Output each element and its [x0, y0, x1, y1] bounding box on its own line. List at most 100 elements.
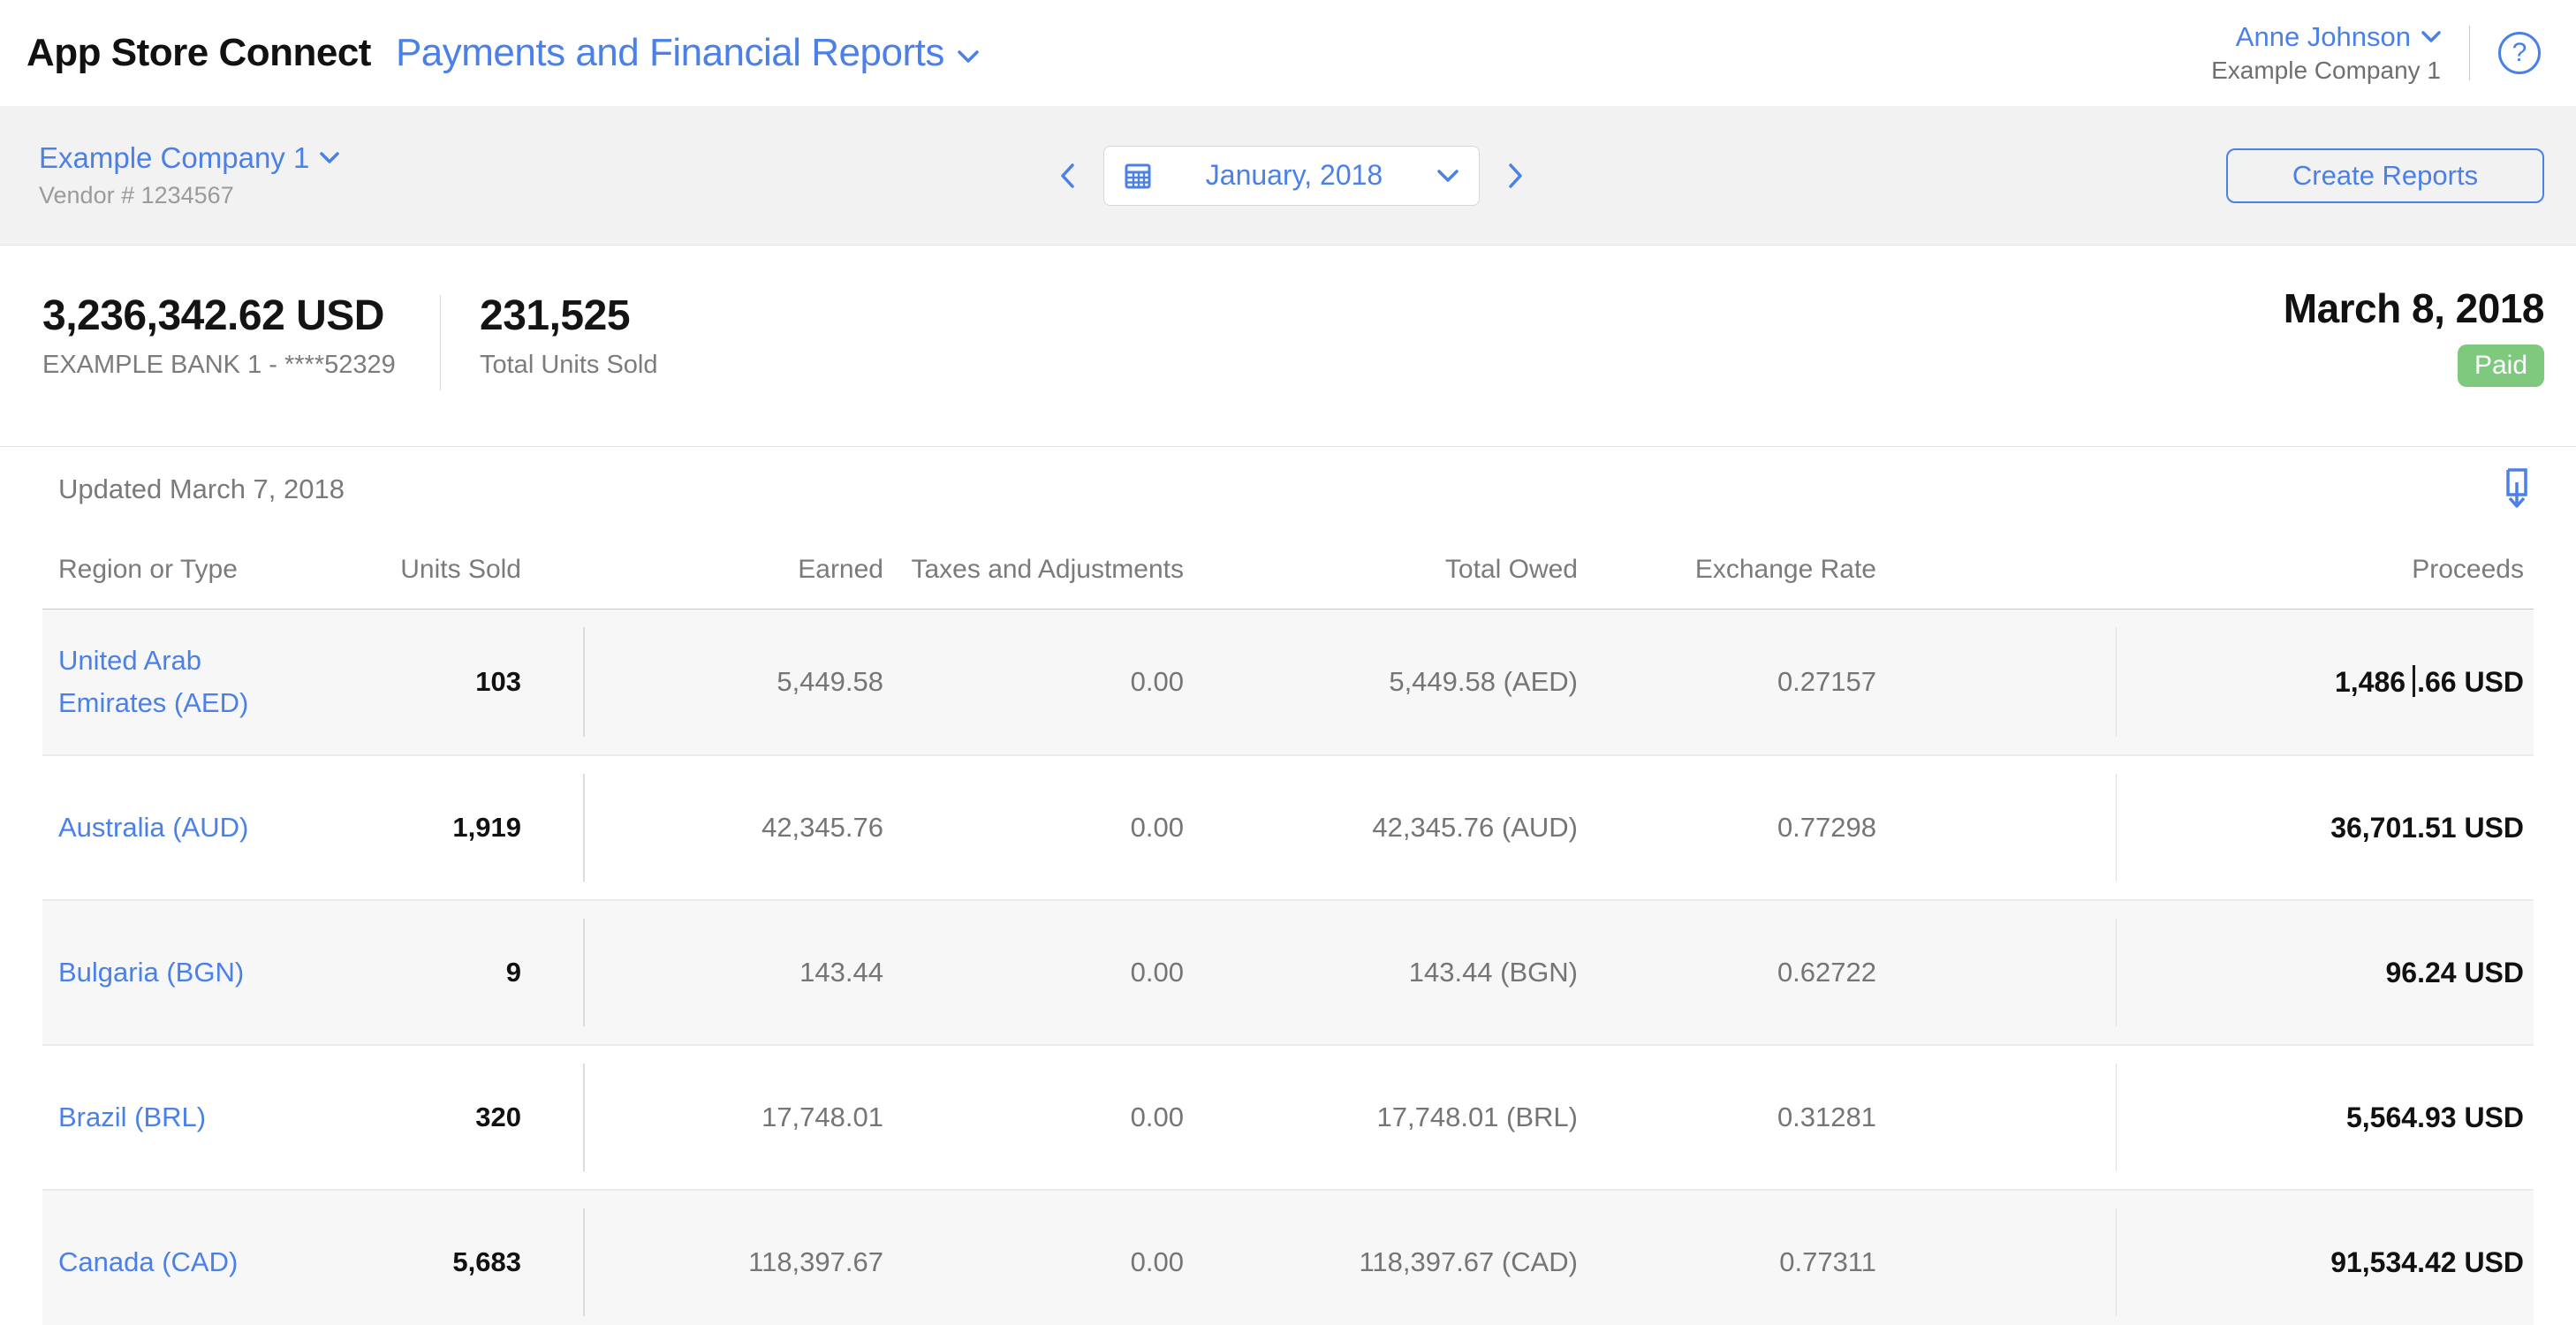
proceeds-cell: 1,486.66 USD: [2334, 665, 2524, 698]
proceeds-cell: 96.24 USD: [2385, 956, 2524, 988]
payment-amount: 3,236,342.62 USD: [42, 292, 384, 339]
exchange-rate-cell: 0.31281: [1777, 1102, 1876, 1132]
help-icon[interactable]: ?: [2498, 32, 2541, 74]
region-link[interactable]: Australia (AUD): [58, 806, 307, 849]
context-bar: Example Company 1 Vendor # 1234567 Janua…: [0, 106, 2576, 246]
updated-date: Updated March 7, 2018: [58, 473, 345, 504]
region-link[interactable]: Brazil (BRL): [58, 1096, 307, 1139]
earned-cell: 5,449.58: [777, 666, 883, 697]
vendor-number: Vendor # 1234567: [39, 182, 234, 208]
download-icon: [2506, 468, 2527, 508]
earned-cell: 143.44: [799, 957, 883, 988]
top-nav: App Store Connect Payments and Financial…: [0, 0, 2576, 106]
column-divider: [2116, 1208, 2117, 1316]
user-company: Example Company 1: [2211, 57, 2441, 84]
app-title: App Store Connect: [27, 31, 371, 74]
top-nav-right: Anne Johnson Example Company 1 ?: [2211, 21, 2541, 85]
region-link[interactable]: United Arab Emirates (AED): [58, 640, 307, 724]
proceeds-cell: 91,534.42 USD: [2330, 1246, 2524, 1278]
total-owed-cell: 5,449.58 (AED): [1389, 666, 1578, 697]
report-table-body: United Arab Emirates (AED) 103 5,449.58 …: [42, 610, 2534, 1325]
payment-amount-block: 3,236,342.62 USD EXAMPLE BANK 1 - ****52…: [42, 292, 396, 380]
exchange-rate-cell: 0.77311: [1779, 1246, 1876, 1277]
units-sold-cell: 103: [475, 666, 521, 697]
chevron-down-icon: [958, 50, 979, 63]
divider: [2469, 26, 2470, 80]
column-header-region: Region or Type: [58, 554, 238, 584]
column-divider: [583, 1208, 585, 1316]
taxes-adjustments-cell: 0.00: [1130, 957, 1184, 988]
payments-financial-reports-page: App Store Connect Payments and Financial…: [0, 0, 2576, 1325]
column-header-exchange-rate: Exchange Rate: [1694, 554, 1876, 584]
taxes-adjustments-cell: 0.00: [1130, 1246, 1184, 1277]
create-reports-button[interactable]: Create Reports: [2226, 148, 2544, 203]
period-label: January, 2018: [1205, 159, 1383, 191]
column-divider: [2116, 774, 2117, 882]
table-row: Australia (AUD) 1,919 42,345.76 0.00 42,…: [42, 754, 2534, 899]
region-link[interactable]: Bulgaria (BGN): [58, 951, 307, 994]
vendor-block: Example Company 1 Vendor # 1234567: [39, 141, 1054, 209]
previous-month-button[interactable]: [1054, 158, 1080, 193]
chevron-down-icon: [320, 152, 340, 163]
payment-status-block: March 8, 2018 Paid: [2283, 284, 2545, 387]
proceeds-cell: 36,701.51 USD: [2330, 811, 2524, 844]
user-name: Anne Johnson: [2235, 21, 2411, 52]
report-table-header: Region or Type Units Sold Earned Taxes a…: [42, 530, 2534, 610]
taxes-adjustments-cell: 0.00: [1130, 666, 1184, 697]
region-link[interactable]: Canada (CAD): [58, 1241, 307, 1283]
column-header-earned: Earned: [798, 554, 883, 584]
chevron-down-icon: [2421, 31, 2441, 42]
chevron-left-icon: [1061, 163, 1074, 188]
units-sold-cell: 320: [475, 1102, 521, 1132]
chevron-down-icon: [1437, 169, 1458, 182]
column-header-taxes: Taxes and Adjustments: [911, 554, 1184, 584]
total-owed-cell: 118,397.67 (CAD): [1359, 1246, 1578, 1277]
earned-cell: 118,397.67: [748, 1246, 883, 1277]
column-divider: [2116, 919, 2117, 1026]
proceeds-cell: 5,564.93 USD: [2345, 1101, 2524, 1133]
period-selector[interactable]: January, 2018: [1103, 145, 1480, 206]
units-sold-block: 231,525 Total Units Sold: [480, 292, 658, 380]
company-dropdown[interactable]: Example Company 1: [39, 141, 340, 175]
column-header-proceeds: Proceeds: [2412, 554, 2524, 584]
top-nav-left: App Store Connect Payments and Financial…: [27, 31, 980, 75]
column-divider: [583, 1064, 585, 1171]
earned-cell: 42,345.76: [761, 812, 883, 843]
total-owed-cell: 42,345.76 (AUD): [1372, 812, 1578, 843]
section-dropdown[interactable]: Payments and Financial Reports: [396, 31, 980, 75]
calendar-icon: [1125, 163, 1151, 188]
payment-date: March 8, 2018: [2283, 285, 2545, 331]
divider: [440, 295, 441, 390]
exchange-rate-cell: 0.27157: [1777, 666, 1876, 697]
column-header-total-owed: Total Owed: [1444, 554, 1578, 584]
column-divider: [583, 919, 585, 1026]
table-meta-bar: Updated March 7, 2018: [0, 446, 2576, 530]
text-cursor: [2413, 665, 2416, 697]
total-owed-cell: 143.44 (BGN): [1408, 957, 1578, 988]
chevron-right-icon: [1509, 163, 1522, 188]
units-sold-cell: 9: [505, 957, 521, 988]
next-month-button[interactable]: [1503, 158, 1529, 193]
total-units-sold-label: Total Units Sold: [480, 351, 658, 379]
summary-bar: 3,236,342.62 USD EXAMPLE BANK 1 - ****52…: [0, 246, 2576, 446]
company-dropdown-label: Example Company 1: [39, 141, 310, 174]
table-row: Bulgaria (BGN) 9 143.44 0.00 143.44 (BGN…: [42, 899, 2534, 1044]
bank-account: EXAMPLE BANK 1 - ****52329: [42, 351, 396, 379]
table-row: Brazil (BRL) 320 17,748.01 0.00 17,748.0…: [42, 1044, 2534, 1189]
download-report-button[interactable]: [2493, 465, 2535, 514]
column-header-units-sold: Units Sold: [400, 554, 521, 584]
question-mark-glyph: ?: [2512, 38, 2527, 67]
period-navigator: January, 2018: [1054, 145, 1529, 206]
exchange-rate-cell: 0.77298: [1777, 812, 1876, 843]
total-owed-cell: 17,748.01 (BRL): [1376, 1102, 1578, 1132]
user-menu[interactable]: Anne Johnson Example Company 1: [2211, 21, 2441, 85]
status-badge: Paid: [2457, 344, 2544, 387]
column-divider: [2116, 1064, 2117, 1171]
column-divider: [2116, 627, 2117, 737]
section-dropdown-label: Payments and Financial Reports: [395, 31, 944, 74]
exchange-rate-cell: 0.62722: [1777, 957, 1876, 988]
taxes-adjustments-cell: 0.00: [1130, 1102, 1184, 1132]
earned-cell: 17,748.01: [761, 1102, 883, 1132]
column-divider: [583, 627, 585, 737]
total-units-sold-value: 231,525: [480, 292, 631, 339]
